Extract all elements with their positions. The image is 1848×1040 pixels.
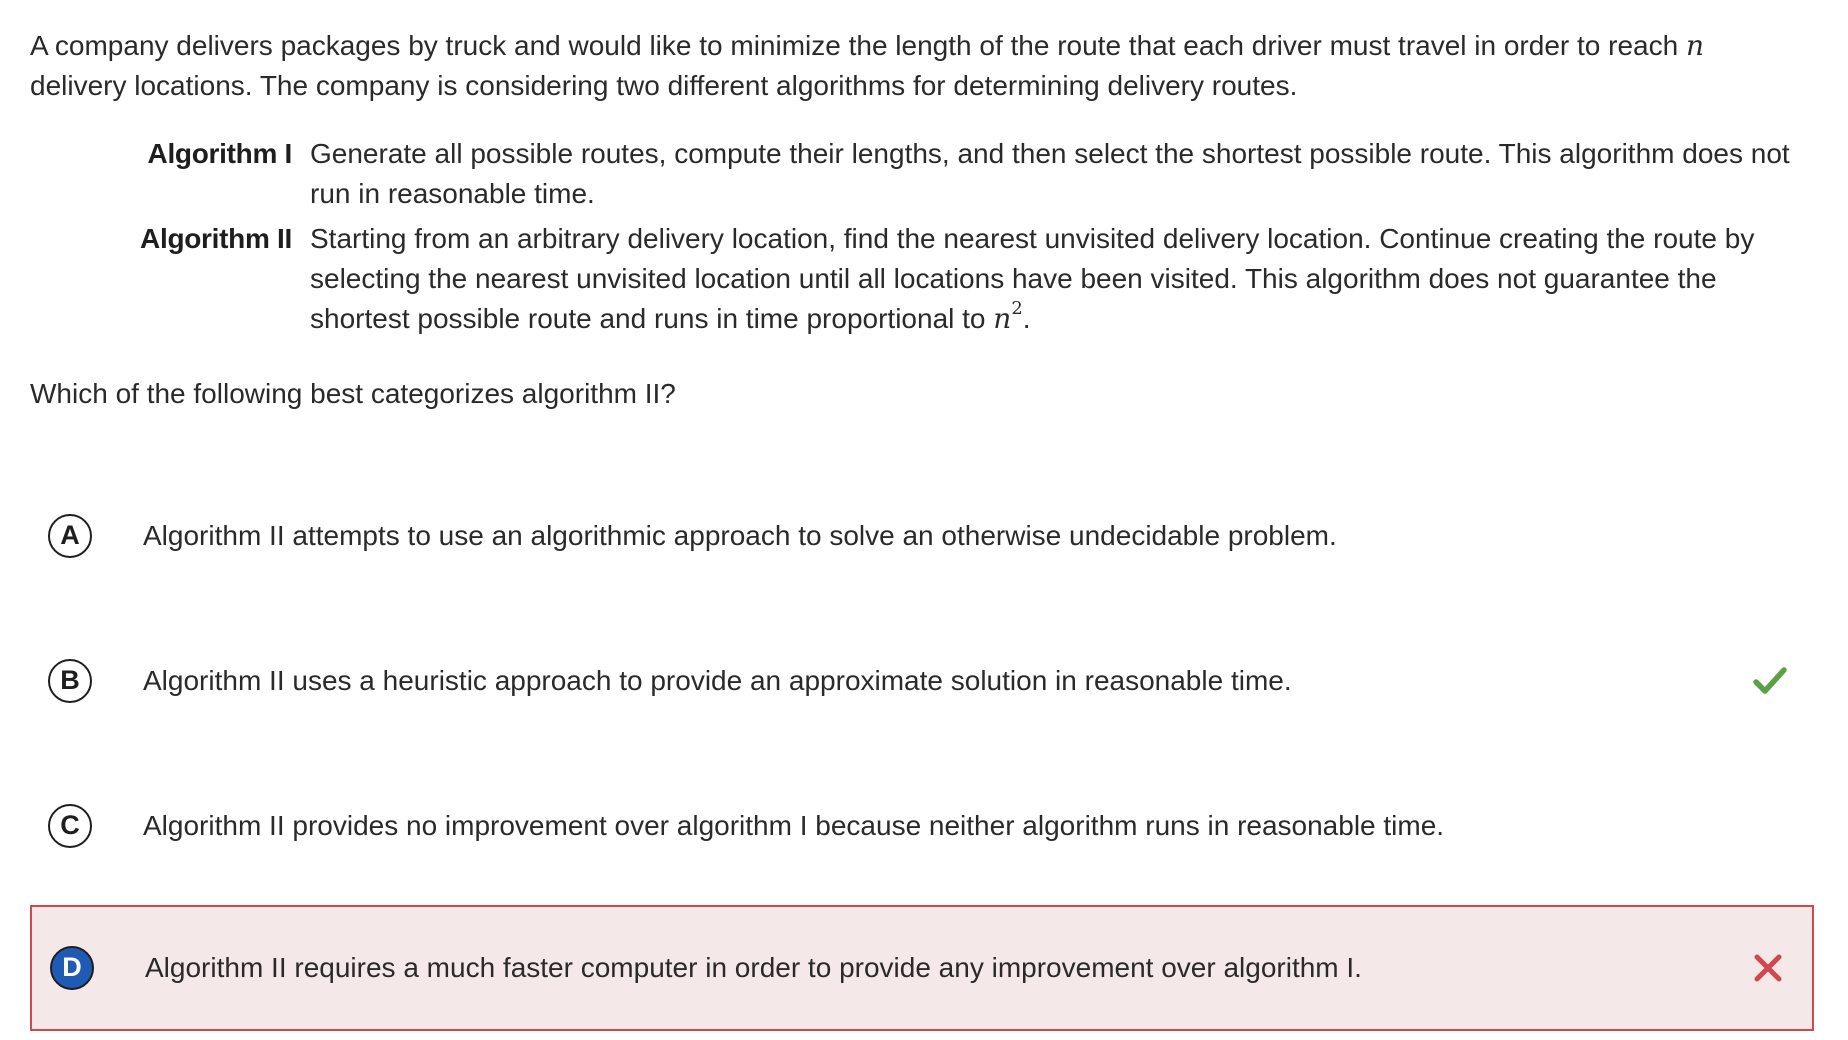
answer-choice-d[interactable]: D Algorithm II requires a much faster co… xyxy=(30,905,1814,1031)
choice-text: Algorithm II requires a much faster comp… xyxy=(145,952,1362,983)
algorithm-description: Generate all possible routes, compute th… xyxy=(310,138,1790,209)
math-base: n xyxy=(993,302,1012,335)
choice-letter-badge[interactable]: A xyxy=(48,514,92,558)
answer-choice-c[interactable]: C Algorithm II provides no improvement o… xyxy=(30,763,1814,889)
answer-choice-b[interactable]: B Algorithm II uses a heuristic approach… xyxy=(30,618,1814,744)
choice-letter-badge[interactable]: C xyxy=(48,804,92,848)
sentence-end: . xyxy=(1022,303,1031,334)
math-n-squared: n2 xyxy=(993,299,1023,335)
algorithm-name: Algorithm II xyxy=(140,223,292,254)
question-stem: A company delivers packages by truck and… xyxy=(30,26,1770,106)
choice-text: Algorithm II uses a heuristic approach t… xyxy=(143,665,1292,696)
choice-text: Algorithm II attempts to use an algorith… xyxy=(143,520,1337,551)
algorithm-description-text: Starting from an arbitrary delivery loca… xyxy=(310,223,1755,334)
choice-letter-badge[interactable]: D xyxy=(50,946,94,990)
math-exponent: 2 xyxy=(1011,297,1023,319)
stem-text-line1: A company delivers packages by truck and… xyxy=(30,30,1686,61)
checkmark-icon xyxy=(1753,667,1787,694)
stem-text-line2: delivery locations. The company is consi… xyxy=(30,70,1298,101)
answer-choice-a[interactable]: A Algorithm II attempts to use an algori… xyxy=(30,473,1814,599)
algorithm-name: Algorithm I xyxy=(147,138,293,169)
algorithm-description: Starting from an arbitrary delivery loca… xyxy=(310,219,1790,339)
choice-letter-badge[interactable]: B xyxy=(48,659,92,703)
choice-text: Algorithm II provides no improvement ove… xyxy=(143,810,1445,841)
x-mark-icon xyxy=(1754,954,1782,982)
question-prompt: Which of the following best categorizes … xyxy=(30,378,676,409)
math-variable-n: n xyxy=(1685,29,1704,62)
